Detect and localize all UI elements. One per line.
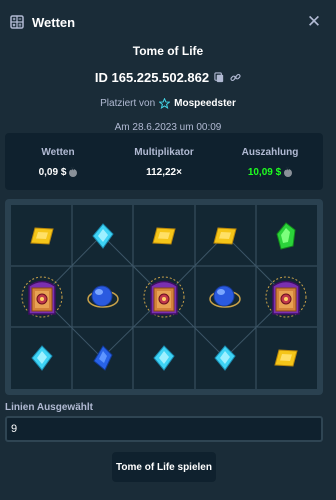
tome-book-icon [143, 274, 185, 320]
bet-date: Am 28.6.2023 um 00:09 [114, 122, 222, 133]
gold-gem-icon [212, 226, 238, 246]
slot-cell [195, 328, 256, 389]
slot-cell [256, 266, 317, 327]
bet-id: ID 165.225.502.862 [94, 70, 210, 85]
payout-stat: Auszahlung 10,09 $ [217, 133, 323, 190]
cyan-gem-icon [153, 345, 175, 372]
currency-icon [69, 166, 78, 177]
symbol-grid [11, 205, 317, 389]
slot-cell [72, 328, 133, 389]
slot-cell [11, 266, 72, 327]
gold-gem-icon [151, 226, 177, 246]
bet-info: Tome of Life ID 165.225.502.862 Platzier… [0, 44, 336, 133]
slot-board [5, 199, 323, 395]
multiplier-stat: Multiplikator 112,22× [111, 133, 217, 190]
green-gem-icon [276, 221, 296, 250]
currency-icon [284, 166, 293, 177]
slot-cell [256, 205, 317, 266]
wager-value: 0,09 $ [38, 167, 67, 178]
slot-cell [11, 328, 72, 389]
multiplier-label: Multiplikator [134, 147, 194, 158]
slot-cell [195, 266, 256, 327]
blue-orb-icon [86, 282, 120, 312]
tome-book-icon [265, 274, 307, 320]
gold-gem-icon [273, 348, 299, 368]
gold-gem-icon [29, 226, 55, 246]
play-game-button[interactable]: Tome of Life spielen [112, 452, 216, 482]
placed-by-label: Platziert von [100, 98, 156, 109]
cyan-gem-icon [214, 345, 236, 372]
cyan-gem-icon [92, 222, 114, 249]
slot-cell [195, 205, 256, 266]
slot-cell [256, 328, 317, 389]
game-name[interactable]: Tome of Life [0, 44, 336, 58]
bets-icon [10, 15, 24, 29]
modal-header: Wetten ✕ [0, 0, 336, 44]
close-icon[interactable]: ✕ [306, 13, 322, 30]
modal-title: Wetten [32, 14, 76, 30]
slot-cell [133, 266, 194, 327]
cyan-gem-icon [30, 345, 53, 372]
copy-icon[interactable] [214, 72, 225, 83]
lines-input[interactable]: 9 [5, 416, 323, 442]
star-icon [159, 98, 171, 109]
wager-stat: Wetten 0,09 $ [5, 133, 111, 190]
link-icon[interactable] [230, 72, 241, 83]
multiplier-value: 112,22× [146, 167, 182, 178]
slot-cell [72, 205, 133, 266]
placed-by: Platziert von Mospeedster [0, 98, 336, 109]
slot-cell [133, 328, 194, 389]
username-link[interactable]: Mospeedster [174, 98, 236, 109]
blue-orb-icon [208, 282, 242, 312]
blue-gem-icon [93, 345, 113, 372]
wager-label: Wetten [41, 147, 75, 158]
payout-value: 10,09 $ [247, 167, 282, 178]
slot-cell [11, 205, 72, 266]
bet-id-row: ID 165.225.502.862 [0, 70, 336, 85]
bet-stats: Wetten 0,09 $ Multiplikator 112,22× Ausz… [5, 133, 323, 190]
slot-cell [133, 205, 194, 266]
lines-label: Linien Ausgewählt [5, 402, 93, 413]
payout-label: Auszahlung [241, 147, 299, 158]
slot-cell [72, 266, 133, 327]
tome-book-icon [21, 274, 63, 320]
